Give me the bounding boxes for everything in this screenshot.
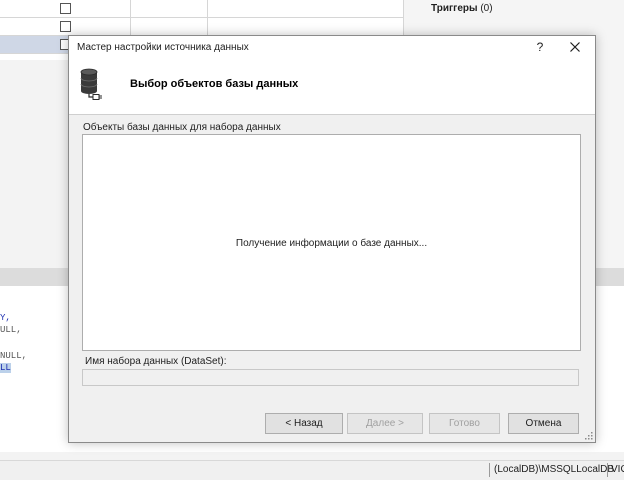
database-connector-icon [79,67,105,101]
dialog-title: Мастер настройки источника данных [77,42,249,53]
objects-section-label: Объекты базы данных для набора данных [83,122,281,133]
loading-status-text: Получение информации о базе данных... [235,238,428,249]
cancel-button[interactable]: Отмена [508,413,579,434]
status-extra: VIG [611,464,624,475]
finish-button[interactable]: Готово [429,413,500,434]
back-button[interactable]: < Назад [265,413,343,434]
help-icon[interactable]: ? [532,39,548,55]
triggers-count: (0) [480,3,493,14]
allow-nulls-checkbox[interactable] [60,21,71,32]
status-server: (LocalDB)\MSSQLLocalDB [494,464,615,475]
triggers-label[interactable]: Триггеры (0) [431,3,493,14]
dialog-titlebar[interactable]: Мастер настройки источника данных ? [69,36,595,59]
script-fragment: NULL, [0,351,28,361]
dataset-name-input[interactable] [82,369,579,386]
wizard-header: Выбор объектов базы данных [69,59,595,115]
allow-nulls-checkbox[interactable] [60,3,71,14]
status-bar: (LocalDB)\MSSQLLocalDB VIG [0,460,624,480]
data-source-wizard-dialog: Мастер настройки источника данных ? Выбо… [68,35,596,443]
next-button[interactable]: Далее > [347,413,423,434]
resize-grip-icon[interactable] [584,431,593,440]
status-separator [489,463,490,477]
dataset-name-label: Имя набора данных (DataSet): [85,356,227,367]
script-fragment: Y, [0,313,11,323]
triggers-title: Триггеры [431,3,478,14]
script-fragment-highlighted: LL [0,363,11,373]
close-icon[interactable] [567,39,583,55]
status-separator [607,463,608,477]
script-fragment: ULL, [0,325,22,335]
wizard-step-heading: Выбор объектов базы данных [130,78,299,90]
database-objects-tree[interactable]: Получение информации о базе данных... [82,134,581,351]
